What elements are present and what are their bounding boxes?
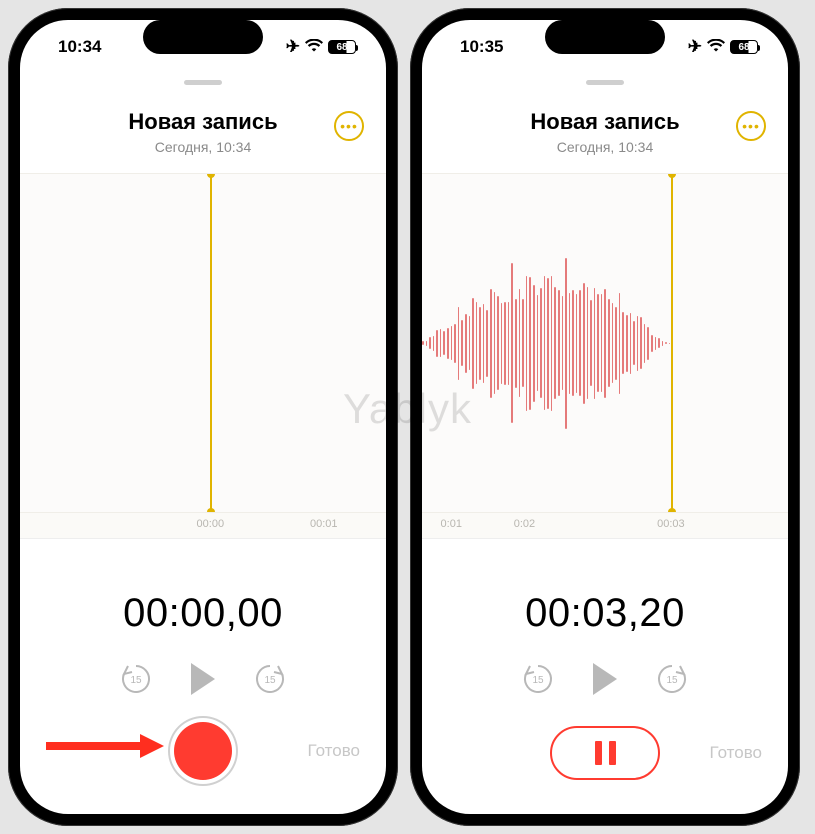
more-options-button[interactable]: ••• [334, 111, 364, 141]
status-time: 10:34 [58, 37, 101, 57]
drawer-handle[interactable] [586, 80, 624, 85]
pause-button[interactable] [550, 726, 660, 780]
transport-controls: 15 15 [20, 662, 386, 696]
timeline-tick: 00:00 [197, 518, 225, 530]
timeline-tick: 0:01 [441, 518, 462, 530]
rewind-15-button[interactable]: 15 [521, 662, 555, 696]
svg-text:15: 15 [666, 675, 678, 686]
recording-header: Новая запись Сегодня, 10:34 ••• [20, 109, 386, 155]
playhead [210, 174, 212, 512]
waveform-area[interactable] [20, 173, 386, 513]
recording-title: Новая запись [422, 109, 788, 135]
dynamic-island [545, 20, 665, 54]
done-button[interactable]: Готово [710, 743, 763, 763]
waveform-area[interactable] [422, 173, 788, 513]
timeline[interactable]: 0:01 0:02 00:03 [422, 513, 788, 539]
svg-text:15: 15 [264, 675, 276, 686]
svg-text:15: 15 [130, 675, 142, 686]
recording-header: Новая запись Сегодня, 10:34 ••• [422, 109, 788, 155]
battery-icon: 68 [730, 40, 758, 54]
timeline-tick: 00:01 [310, 518, 338, 530]
play-button[interactable] [191, 663, 215, 695]
timer-display: 00:00,00 [20, 591, 386, 636]
timeline-tick: 0:02 [514, 518, 535, 530]
recording-subtitle: Сегодня, 10:34 [422, 139, 788, 155]
phone-left: 10:34 ✈︎ 68 Новая запись Сегодня, 10:34 … [8, 8, 398, 826]
rewind-15-button[interactable]: 15 [119, 662, 153, 696]
timer-display: 00:03,20 [422, 591, 788, 636]
forward-15-button[interactable]: 15 [253, 662, 287, 696]
forward-15-button[interactable]: 15 [655, 662, 689, 696]
svg-text:15: 15 [532, 675, 544, 686]
wifi-icon [707, 37, 725, 57]
drawer-handle[interactable] [184, 80, 222, 85]
record-button[interactable] [174, 722, 232, 780]
airplane-icon: ✈︎ [286, 37, 300, 57]
transport-controls: 15 15 [422, 662, 788, 696]
annotation-arrow-icon [44, 731, 164, 766]
timeline[interactable]: 00:00 00:01 [20, 513, 386, 539]
phone-right: 10:35 ✈︎ 68 Новая запись Сегодня, 10:34 … [410, 8, 800, 826]
screen: 10:35 ✈︎ 68 Новая запись Сегодня, 10:34 … [422, 20, 788, 814]
recording-title: Новая запись [20, 109, 386, 135]
playhead [671, 174, 673, 512]
dynamic-island [143, 20, 263, 54]
status-time: 10:35 [460, 37, 503, 57]
timeline-tick: 00:03 [657, 518, 685, 530]
recording-subtitle: Сегодня, 10:34 [20, 139, 386, 155]
done-button[interactable]: Готово [308, 741, 361, 761]
airplane-icon: ✈︎ [688, 37, 702, 57]
play-button[interactable] [593, 663, 617, 695]
battery-icon: 68 [328, 40, 356, 54]
waveform-bars [422, 174, 671, 512]
wifi-icon [305, 37, 323, 57]
screen: 10:34 ✈︎ 68 Новая запись Сегодня, 10:34 … [20, 20, 386, 814]
more-options-button[interactable]: ••• [736, 111, 766, 141]
